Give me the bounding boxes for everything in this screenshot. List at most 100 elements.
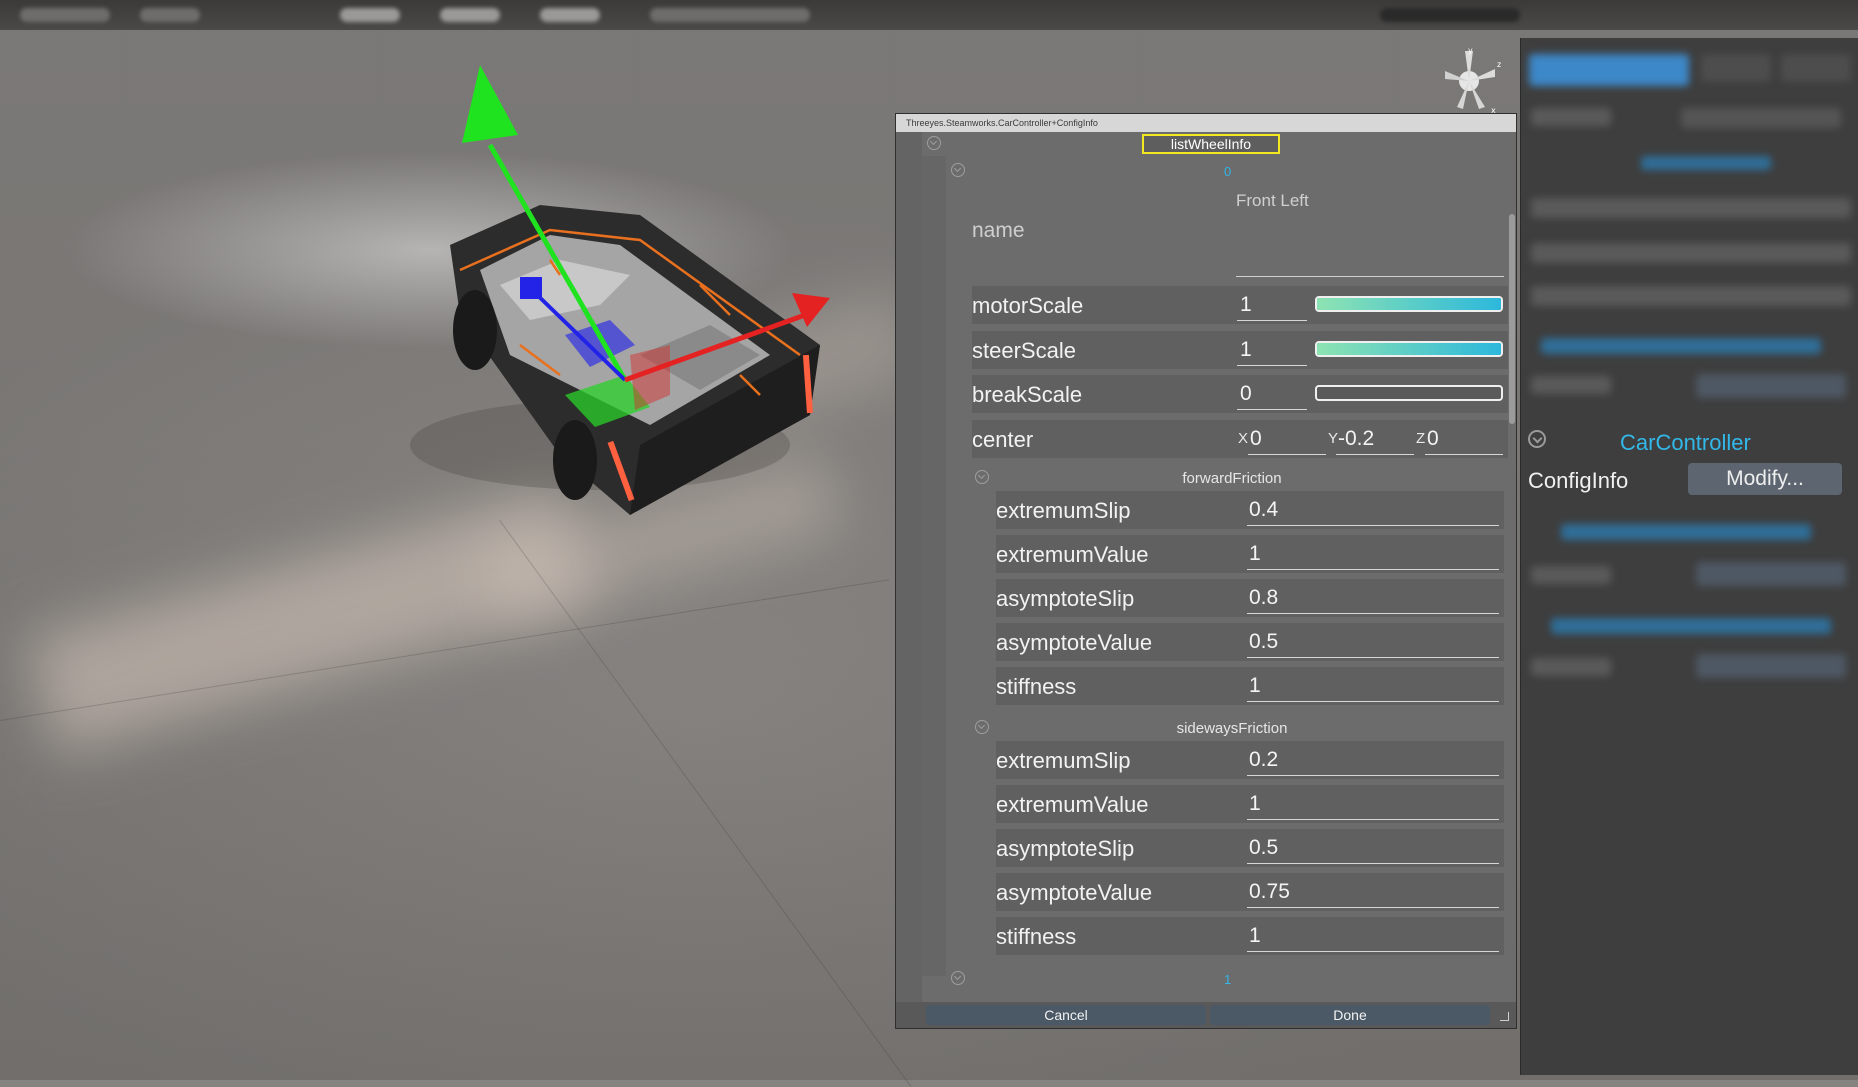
- blurred-field: [1641, 156, 1771, 170]
- toolbar-blur-item: [20, 8, 110, 22]
- blurred-field: [1681, 108, 1841, 128]
- grid-line: [499, 520, 912, 1087]
- top-toolbar: [0, 0, 1858, 30]
- dialog-title: Threeyes.Steamworks.CarController+Config…: [896, 114, 1516, 132]
- list-title: listWheelInfo: [1142, 134, 1280, 154]
- forward-asymptote-slip-label: asymptoteSlip: [996, 586, 1135, 611]
- motor-scale-slider[interactable]: [1315, 296, 1503, 312]
- svg-text:z: z: [1497, 60, 1501, 69]
- blurred-tab: [1701, 54, 1771, 82]
- input-underline: [1247, 951, 1499, 952]
- input-underline: [1237, 365, 1307, 366]
- list-gutter: [922, 156, 946, 976]
- toolbar-blur-item: [140, 8, 200, 22]
- gizmo-z-handle[interactable]: [520, 277, 542, 299]
- input-underline: [1237, 409, 1307, 410]
- break-scale-input[interactable]: 0: [1240, 382, 1252, 406]
- config-dialog: Threeyes.Steamworks.CarController+Config…: [895, 113, 1517, 1029]
- name-underline: [1236, 276, 1504, 277]
- resize-handle-icon[interactable]: [1500, 1012, 1509, 1021]
- forward-asymptote-slip-input[interactable]: 0.8: [1249, 586, 1278, 610]
- blurred-field: [1531, 286, 1851, 306]
- steer-scale-slider[interactable]: [1315, 341, 1503, 357]
- forward-asymptote-value-input[interactable]: 0.5: [1249, 630, 1278, 654]
- sideways-extremum-slip-label: extremumSlip: [996, 748, 1131, 773]
- sideways-stiffness-input[interactable]: 1: [1249, 924, 1261, 948]
- sideways-asymptote-value-input[interactable]: 0.75: [1249, 880, 1290, 904]
- forward-extremum-slip-label: extremumSlip: [996, 498, 1131, 523]
- collapse-icon[interactable]: [951, 163, 965, 177]
- break-scale-label: breakScale: [972, 382, 1083, 407]
- toolbar-blur-item: [340, 8, 400, 22]
- sideways-extremum-value-label: extremumValue: [996, 792, 1149, 817]
- center-x-input[interactable]: 0: [1250, 427, 1262, 451]
- svg-text:y: y: [1468, 46, 1473, 55]
- toolbar-blur-item: [440, 8, 500, 22]
- break-scale-slider[interactable]: [1315, 385, 1503, 401]
- input-underline: [1247, 701, 1499, 702]
- blurred-field: [1531, 108, 1611, 126]
- motor-scale-input[interactable]: 1: [1240, 293, 1252, 317]
- blurred-field: [1696, 374, 1846, 398]
- steer-scale-input[interactable]: 1: [1240, 338, 1252, 362]
- list-index: 1: [1224, 972, 1232, 987]
- input-underline: [1247, 907, 1499, 908]
- sideways-extremum-value-input[interactable]: 1: [1249, 792, 1261, 816]
- steer-scale-label: steerScale: [972, 338, 1076, 363]
- collapse-icon[interactable]: [927, 136, 941, 150]
- cancel-button[interactable]: Cancel: [926, 1005, 1206, 1025]
- car-model[interactable]: [400, 55, 900, 535]
- input-underline: [1247, 613, 1499, 614]
- list-index: 0: [1224, 164, 1232, 179]
- input-underline: [1247, 525, 1499, 526]
- forward-stiffness-input[interactable]: 1: [1249, 674, 1261, 698]
- name-value[interactable]: Front Left: [1236, 191, 1309, 211]
- dialog-scrollbar[interactable]: [1509, 214, 1515, 424]
- center-y-label: Y: [1328, 430, 1339, 447]
- blurred-field: [1531, 658, 1611, 676]
- sideways-stiffness-label: stiffness: [996, 924, 1077, 949]
- input-underline: [1247, 775, 1499, 776]
- center-z-input[interactable]: 0: [1427, 427, 1439, 451]
- done-button[interactable]: Done: [1210, 1005, 1490, 1025]
- toolbar-blur-item: [540, 8, 600, 22]
- blurred-tab: [1781, 54, 1851, 82]
- axis-gizmo-icon[interactable]: y z x: [1435, 45, 1505, 115]
- blurred-tab: [1529, 54, 1689, 86]
- blurred-field: [1696, 562, 1846, 586]
- blurred-field: [1531, 198, 1851, 218]
- blurred-field: [1531, 243, 1851, 263]
- input-underline: [1248, 454, 1326, 455]
- forward-friction-title: forwardFriction: [1182, 470, 1282, 487]
- blurred-field: [1551, 618, 1831, 634]
- motor-scale-label: motorScale: [972, 293, 1084, 318]
- collapse-icon[interactable]: [975, 720, 989, 734]
- car-wheel: [553, 420, 597, 500]
- forward-extremum-value-input[interactable]: 1: [1249, 542, 1261, 566]
- collapse-icon[interactable]: [951, 971, 965, 985]
- collapse-icon[interactable]: [975, 470, 989, 484]
- input-underline: [1425, 454, 1503, 455]
- inspector-panel: [1520, 38, 1858, 1075]
- dialog-gutter: [896, 132, 922, 1012]
- blurred-field: [1531, 566, 1611, 584]
- forward-extremum-value-label: extremumValue: [996, 542, 1149, 567]
- forward-extremum-slip-input[interactable]: 0.4: [1249, 498, 1278, 522]
- center-y-input[interactable]: -0.2: [1338, 427, 1374, 451]
- name-label: name: [972, 219, 1025, 242]
- input-underline: [1247, 657, 1499, 658]
- sideways-extremum-slip-input[interactable]: 0.2: [1249, 748, 1278, 772]
- center-x-label: X: [1238, 430, 1249, 447]
- modify-button[interactable]: Modify...: [1688, 463, 1842, 495]
- sideways-asymptote-slip-input[interactable]: 0.5: [1249, 836, 1278, 860]
- collapse-icon[interactable]: [1528, 430, 1546, 448]
- blurred-field: [1541, 338, 1821, 354]
- sideways-asymptote-slip-label: asymptoteSlip: [996, 836, 1135, 861]
- gizmo-x-arrow[interactable]: [792, 293, 830, 327]
- blurred-field: [1561, 524, 1811, 540]
- blurred-field: [1531, 376, 1611, 394]
- input-underline: [1247, 569, 1499, 570]
- gizmo-y-arrow[interactable]: [462, 65, 518, 143]
- sideways-asymptote-value-label: asymptoteValue: [996, 880, 1153, 905]
- input-underline: [1247, 863, 1499, 864]
